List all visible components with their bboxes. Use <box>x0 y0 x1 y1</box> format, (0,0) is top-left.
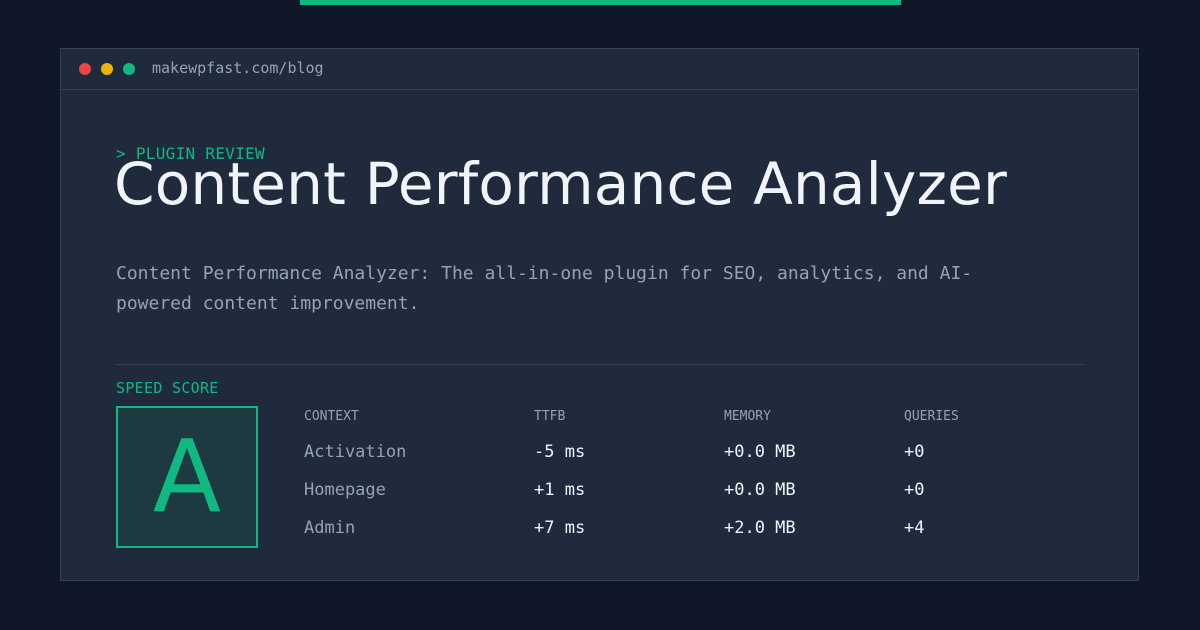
column-header-queries: QUERIES <box>904 409 959 424</box>
ttfb-cell: -5 ms <box>534 442 586 462</box>
article-description: Content Performance Analyzer: The all-in… <box>116 263 973 314</box>
memory-cell: +2.0 MB <box>724 518 796 538</box>
minimize-window-dot-icon[interactable] <box>101 63 113 75</box>
section-divider <box>116 364 1085 365</box>
memory-cell: +0.0 MB <box>724 480 796 500</box>
ttfb-cell: +7 ms <box>534 518 586 538</box>
close-window-dot-icon[interactable] <box>79 63 91 75</box>
context-cell: Activation <box>304 442 407 462</box>
column-header-memory: MEMORY <box>724 409 771 424</box>
queries-cell: +0 <box>904 480 925 500</box>
metrics-header-row: CONTEXT TTFB MEMORY QUERIES <box>304 405 1064 431</box>
maximize-window-dot-icon[interactable] <box>123 63 135 75</box>
column-header-ttfb: TTFB <box>534 409 566 424</box>
browser-window: makewpfast.com/blog > PLUGIN REVIEW Cont… <box>60 48 1139 581</box>
queries-cell: +0 <box>904 442 925 462</box>
metrics-table: CONTEXT TTFB MEMORY QUERIES Activation -… <box>304 405 1064 545</box>
context-cell: Admin <box>304 518 356 538</box>
table-row: Homepage +1 ms +0.0 MB +0 <box>304 469 1064 507</box>
memory-cell: +0.0 MB <box>724 442 796 462</box>
speed-score-label: SPEED SCORE <box>116 379 219 397</box>
speed-grade-badge: A <box>116 406 258 548</box>
window-titlebar: makewpfast.com/blog <box>61 49 1138 90</box>
table-row: Activation -5 ms +0.0 MB +0 <box>304 431 1064 469</box>
queries-cell: +4 <box>904 518 925 538</box>
url-text[interactable]: makewpfast.com/blog <box>152 59 324 77</box>
speed-grade: A <box>152 418 222 535</box>
table-row: Admin +7 ms +2.0 MB +4 <box>304 507 1064 545</box>
ttfb-cell: +1 ms <box>534 480 586 500</box>
top-accent-bar <box>300 0 901 5</box>
column-header-context: CONTEXT <box>304 409 359 424</box>
page-title: Content Performance Analyzer <box>114 150 1008 218</box>
context-cell: Homepage <box>304 480 386 500</box>
